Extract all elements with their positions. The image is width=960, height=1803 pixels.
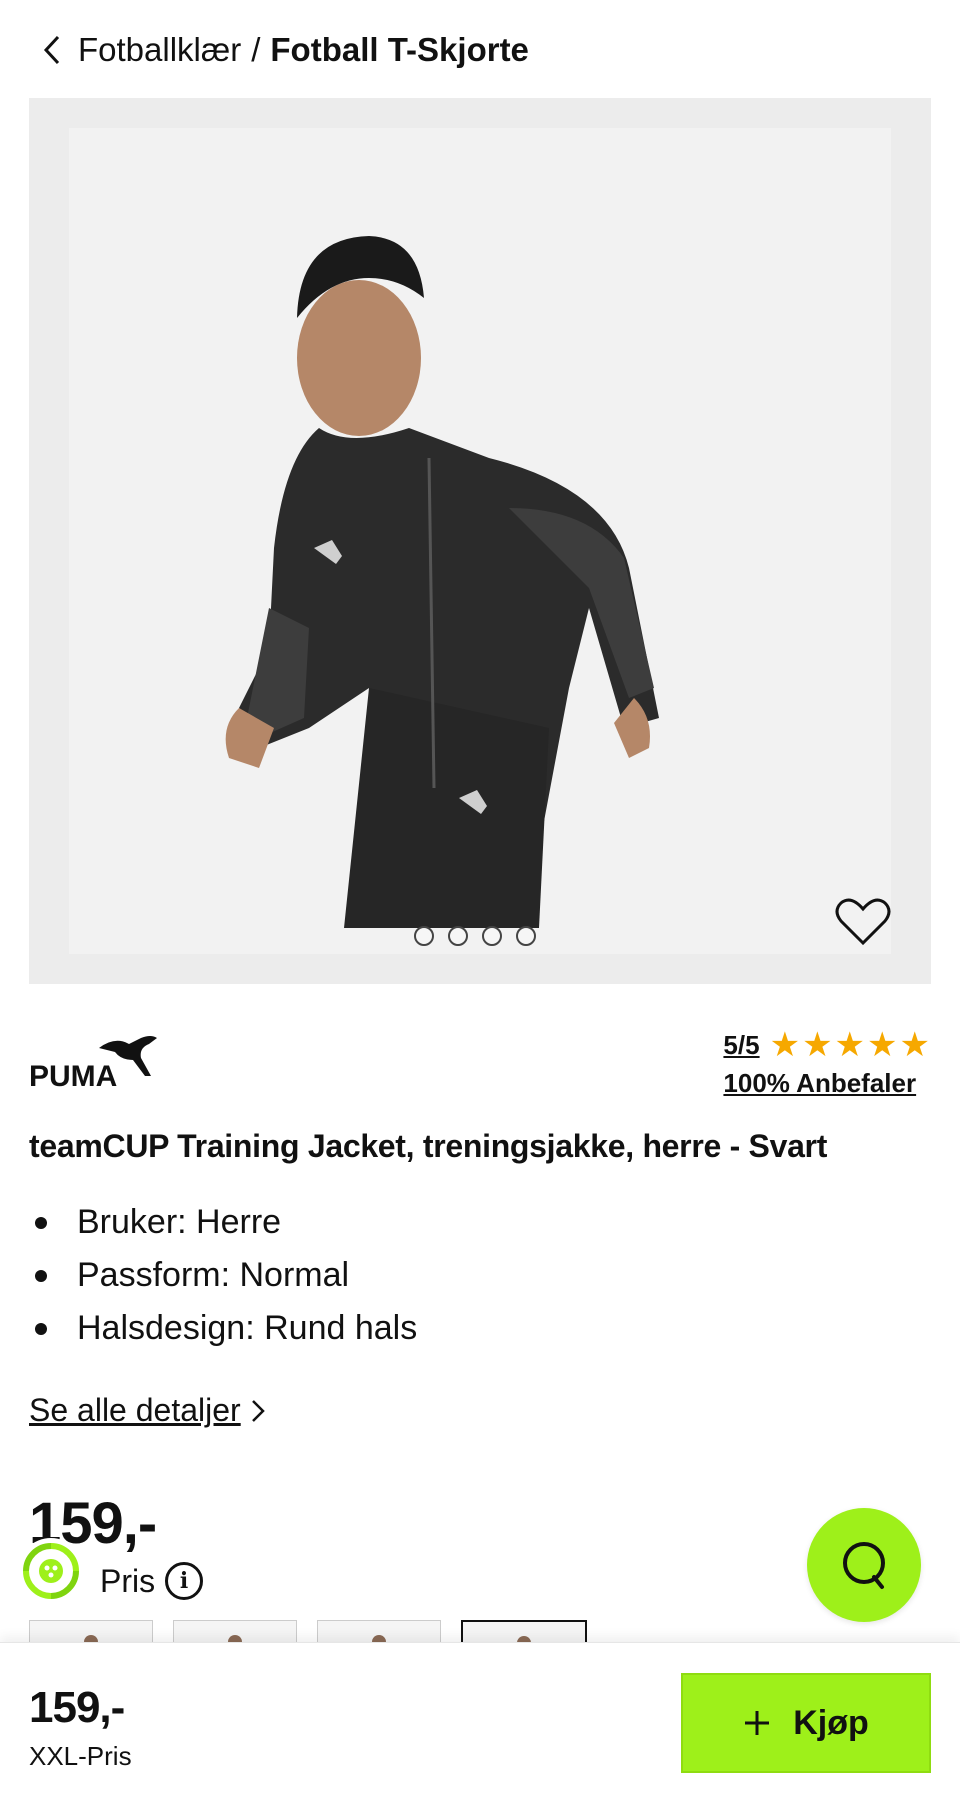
rating-block[interactable]: 5/5 ★ ★ ★ ★ ★ 100% Anbefaler: [723, 1028, 930, 1099]
recommend-rate[interactable]: 100% Anbefaler: [723, 1068, 930, 1099]
recycle-icon[interactable]: [18, 1538, 84, 1604]
product-title: teamCUP Training Jacket, treningsjakke, …: [29, 1128, 828, 1164]
spec-item: Passform: Normal: [29, 1249, 417, 1302]
favorite-heart-icon[interactable]: [833, 892, 893, 952]
brand-logo-text: PUMA: [29, 1060, 117, 1090]
chat-button[interactable]: [807, 1508, 921, 1622]
spec-text: Bruker: Herre: [77, 1203, 282, 1241]
product-specs: Bruker: Herre Passform: Normal Halsdesig…: [29, 1196, 417, 1355]
info-icon[interactable]: i: [165, 1562, 204, 1600]
bullet-icon: [35, 1322, 47, 1335]
carousel-dots: [414, 926, 536, 946]
buy-button-label: Kjøp: [793, 1703, 869, 1742]
carousel-dot[interactable]: [482, 926, 502, 946]
spec-text: Halsdesign: Rund hals: [77, 1309, 418, 1347]
carousel-dot[interactable]: [516, 926, 536, 946]
brand-logo[interactable]: PUMA: [29, 1030, 159, 1093]
bullet-icon: [35, 1216, 47, 1229]
product-image: [69, 128, 891, 954]
spec-text: Passform: Normal: [77, 1256, 350, 1294]
carousel-dot[interactable]: [448, 926, 468, 946]
carousel-dot[interactable]: [414, 926, 434, 946]
bar-price-label: XXL-Pris: [29, 1741, 132, 1771]
see-all-details-link[interactable]: Se alle detaljer: [29, 1392, 265, 1429]
spec-item: Bruker: Herre: [29, 1196, 417, 1249]
bar-price: 159,-: [29, 1683, 125, 1732]
breadcrumb-separator: /: [251, 31, 261, 68]
rating-score[interactable]: 5/5: [723, 1030, 759, 1061]
chevron-right-icon: [251, 1399, 265, 1423]
spec-item: Halsdesign: Rund hals: [29, 1302, 417, 1355]
product-image-carousel[interactable]: [29, 98, 931, 984]
chat-bubble-icon: [843, 1542, 885, 1589]
bullet-icon: [35, 1269, 47, 1282]
star-icon: ★: [867, 1026, 898, 1064]
buy-button[interactable]: Kjøp: [681, 1673, 931, 1773]
star-icon: ★: [899, 1026, 930, 1064]
sticky-buy-bar: 159,- XXL-Pris Kjøp: [0, 1642, 960, 1803]
star-icon: ★: [802, 1026, 833, 1064]
plus-icon: [745, 1711, 770, 1735]
see-all-details-label: Se alle detaljer: [29, 1392, 241, 1428]
rating-stars: ★ ★ ★ ★ ★: [770, 1028, 930, 1062]
breadcrumb-current: Fotball T-Skjorte: [270, 31, 529, 68]
star-icon: ★: [769, 1026, 801, 1064]
breadcrumb: Fotballklær / Fotball T-Skjorte: [38, 28, 529, 72]
breadcrumb-parent[interactable]: Fotballklær: [78, 31, 241, 69]
price-label-row: Pris i: [100, 1562, 204, 1600]
star-icon: ★: [834, 1026, 866, 1064]
back-chevron-icon[interactable]: [38, 28, 66, 72]
price-label: Pris: [100, 1562, 156, 1599]
product-photo: [225, 236, 659, 928]
